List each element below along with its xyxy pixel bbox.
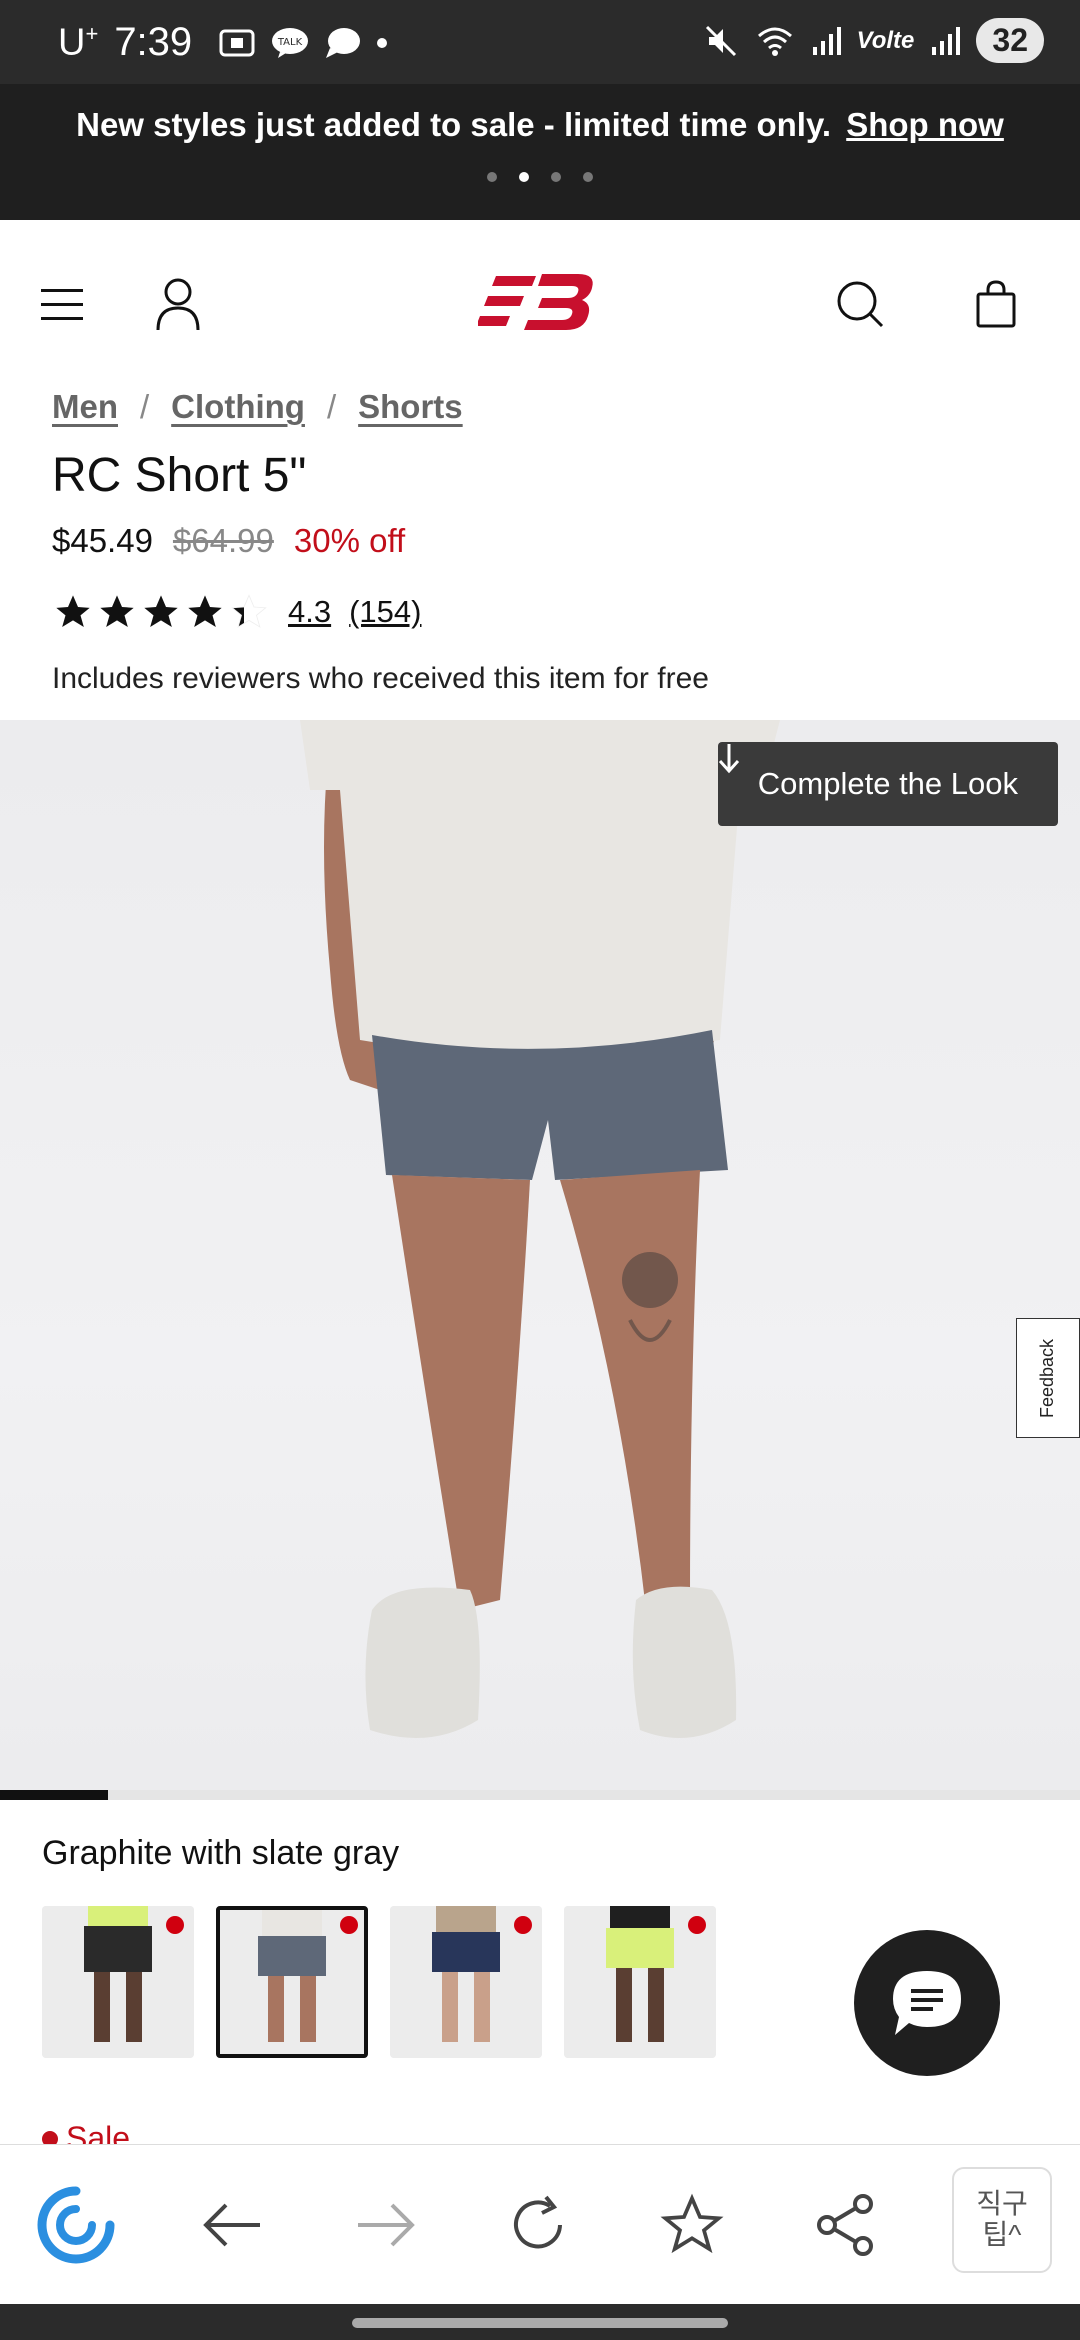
feedback-tab[interactable]: Feedback (1016, 1318, 1080, 1438)
star-icon (100, 595, 134, 627)
sale-dot (166, 1916, 184, 1934)
sale-dot (340, 1916, 358, 1934)
feedback-label: Feedback (1037, 1338, 1058, 1418)
complete-the-look-label: Complete the Look (757, 766, 1018, 801)
promo-text: New styles just added to sale - limited … (76, 106, 832, 143)
hamburger-icon (41, 289, 83, 320)
star-icon (144, 595, 178, 627)
sale-price: $45.49 (52, 522, 153, 559)
chat-bubble-icon (326, 27, 361, 58)
product-image[interactable]: Complete the Look (0, 720, 1080, 1790)
user-icon (156, 278, 200, 331)
star-rating[interactable] (52, 592, 270, 632)
browser-toolbar: 직구 팁^ (0, 2144, 1080, 2304)
forward-button[interactable] (346, 2185, 426, 2265)
selected-color-name: Graphite with slate gray (42, 1834, 400, 1872)
chat-button[interactable] (854, 1930, 1000, 2076)
signal-icon (812, 26, 841, 55)
breadcrumb: Men / Clothing / Shorts (52, 388, 463, 426)
screenshot-icon (219, 29, 255, 56)
arrow-left-icon (203, 2203, 260, 2247)
mute-icon (705, 25, 736, 56)
star-icon (188, 595, 222, 627)
gallery-progress-fill (0, 1790, 108, 1800)
shopping-bag-icon (976, 280, 1016, 328)
arrow-down-icon (718, 744, 739, 774)
promo-dot[interactable] (583, 172, 593, 182)
rating-value-link[interactable]: 4.3 (288, 594, 331, 630)
rating-row: 4.3 (154) (52, 592, 421, 632)
share-icon (817, 2194, 873, 2256)
reload-button[interactable] (498, 2185, 578, 2265)
promo-pagination (0, 172, 1080, 182)
breadcrumb-shorts[interactable]: Shorts (358, 388, 463, 426)
carrier-label: U+ (58, 20, 99, 64)
price-row: $45.49 $64.99 30% off (52, 522, 405, 560)
menu-button[interactable] (30, 272, 94, 336)
discount-label: 30% off (293, 522, 406, 559)
color-swatches (42, 1906, 716, 2058)
breadcrumb-separator: / (140, 388, 150, 425)
tip-label-line2: 팁^ (982, 2219, 1022, 2250)
share-button[interactable] (806, 2185, 886, 2265)
arrow-right-icon (358, 2203, 415, 2247)
promo-dot[interactable] (487, 172, 497, 182)
original-price: $64.99 (172, 522, 274, 559)
star-outline-icon (660, 2193, 724, 2254)
clock: 7:39 (114, 20, 193, 64)
shopping-tips-button[interactable]: 직구 팁^ (952, 2167, 1052, 2273)
system-nav-bar (0, 2304, 1080, 2340)
promo-dot[interactable] (551, 172, 561, 182)
promo-banner: New styles just added to sale - limited … (0, 84, 1080, 220)
reload-icon (514, 2195, 562, 2249)
account-button[interactable] (146, 272, 210, 336)
color-swatch-navy[interactable] (390, 1906, 542, 2058)
partial-star-icon (231, 594, 267, 628)
cart-button[interactable] (964, 272, 1028, 336)
sale-dot (688, 1916, 706, 1934)
whale-browser-logo-icon (37, 2186, 115, 2264)
color-swatch-graphite[interactable] (216, 1906, 368, 2058)
new-balance-logo[interactable] (478, 268, 602, 336)
notification-dot-icon (377, 37, 388, 48)
model-wearing-shorts-illustration (300, 720, 780, 1738)
color-swatch-black[interactable] (42, 1906, 194, 2058)
chat-icon (893, 1971, 961, 2035)
browser-home-button[interactable] (36, 2185, 116, 2265)
breadcrumb-men[interactable]: Men (52, 388, 118, 426)
tip-label-line1: 직구 (976, 2188, 1028, 2220)
product-title: RC Short 5" (52, 449, 307, 502)
kakaotalk-icon: TALK (272, 27, 309, 58)
volte-label: Volte (856, 26, 915, 54)
wifi-icon (757, 27, 792, 56)
review-count-link[interactable]: (154) (349, 594, 421, 630)
breadcrumb-clothing[interactable]: Clothing (171, 388, 305, 426)
reviewer-note: Includes reviewers who received this ite… (52, 662, 709, 695)
battery-indicator: 32 (976, 18, 1044, 63)
status-bar: U+ 7:39 TALK Volte 32 (0, 0, 1080, 84)
sale-dot (514, 1916, 532, 1934)
complete-the-look-button[interactable]: Complete the Look (717, 742, 1058, 826)
search-button[interactable] (828, 272, 892, 336)
bookmark-button[interactable] (652, 2185, 732, 2265)
color-swatch-lime[interactable] (564, 1906, 716, 2058)
shop-now-link[interactable]: Shop now (846, 106, 1004, 143)
back-button[interactable] (192, 2185, 272, 2265)
search-icon (837, 281, 884, 328)
home-gesture-handle[interactable] (352, 2318, 728, 2328)
promo-dot-active[interactable] (519, 172, 529, 182)
gallery-progress (0, 1790, 1080, 1800)
svg-text:TALK: TALK (277, 37, 303, 48)
breadcrumb-separator: / (326, 388, 337, 425)
star-icon (56, 595, 90, 627)
signal-icon-2 (932, 26, 961, 55)
site-header (0, 220, 1080, 380)
